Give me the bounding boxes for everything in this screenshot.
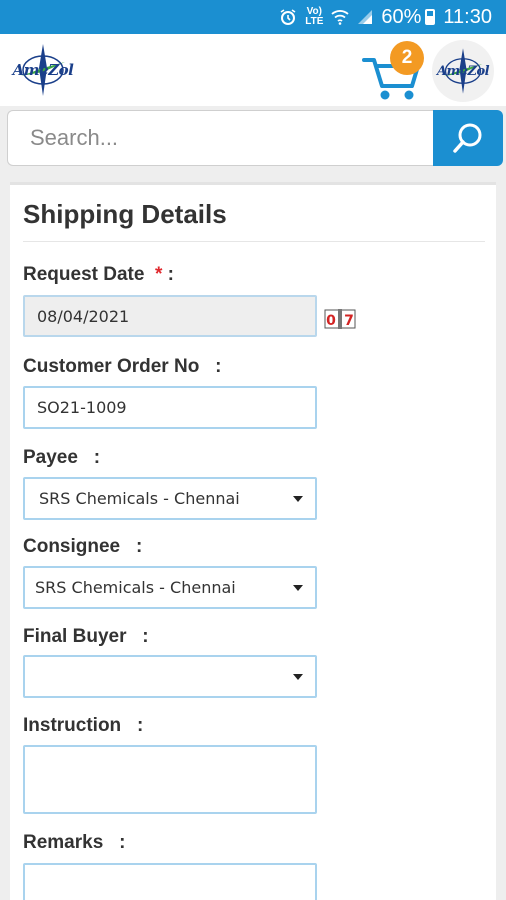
- search-button[interactable]: [433, 110, 503, 166]
- label-colon: :: [162, 264, 174, 285]
- clock: 11:30: [443, 5, 492, 28]
- final-buyer-label: Final Buyer :: [23, 626, 149, 647]
- payee-value: SRS Chemicals - Chennai: [39, 489, 240, 508]
- consignee-label: Consignee :: [23, 536, 143, 557]
- shipping-details-panel: Shipping Details Request Date * : 08/04/…: [10, 182, 496, 900]
- alarm-icon: [279, 8, 297, 26]
- volte-indicator: Vo) LTE: [305, 7, 323, 27]
- instruction-textarea[interactable]: [23, 745, 317, 814]
- battery-icon: [425, 9, 436, 25]
- logo-text: AmeZol: [436, 63, 490, 79]
- remarks-label: Remarks :: [23, 832, 126, 853]
- chevron-down-icon: [293, 584, 303, 591]
- signal-icon: [357, 9, 373, 25]
- status-bar: Vo) LTE 60% 11:30: [0, 0, 506, 34]
- search-bar: [7, 110, 503, 166]
- final-buyer-select[interactable]: [23, 655, 317, 698]
- brand-logo[interactable]: AmeZol: [8, 42, 78, 98]
- logo-text: AmeZol: [12, 61, 74, 79]
- volte-bottom: LTE: [305, 16, 324, 27]
- chevron-down-icon: [293, 495, 303, 502]
- chevron-down-icon: [293, 673, 303, 680]
- request-date-value: 08/04/2021: [37, 306, 130, 326]
- cart-count-badge[interactable]: 2: [390, 41, 424, 75]
- search-input[interactable]: [7, 110, 435, 166]
- request-date-label: Request Date * :: [23, 264, 174, 286]
- profile-avatar[interactable]: AmeZol: [432, 40, 494, 102]
- search-icon: [453, 123, 482, 153]
- request-date-field: 08/04/2021: [23, 295, 317, 337]
- battery-percent: 60%: [381, 5, 422, 28]
- svg-text:0: 0: [326, 313, 336, 329]
- consignee-select[interactable]: SRS Chemicals - Chennai: [23, 566, 317, 609]
- request-date-label-text: Request Date: [23, 264, 145, 285]
- customer-order-label: Customer Order No :: [23, 356, 222, 377]
- consignee-value: SRS Chemicals - Chennai: [35, 578, 236, 597]
- payee-select[interactable]: SRS Chemicals - Chennai: [23, 477, 317, 520]
- page-title: Shipping Details: [23, 199, 227, 229]
- customer-order-value: SO21-1009: [37, 398, 127, 417]
- app-header: AmeZol 2 AmeZol: [0, 34, 506, 106]
- customer-order-input[interactable]: SO21-1009: [23, 386, 317, 429]
- remarks-textarea[interactable]: [23, 863, 317, 900]
- wifi-icon: [331, 9, 349, 25]
- payee-label: Payee :: [23, 447, 101, 468]
- svg-text:7: 7: [344, 313, 354, 329]
- calendar-icon[interactable]: 0 7: [324, 308, 356, 330]
- title-divider: [23, 241, 485, 242]
- instruction-label: Instruction :: [23, 715, 144, 736]
